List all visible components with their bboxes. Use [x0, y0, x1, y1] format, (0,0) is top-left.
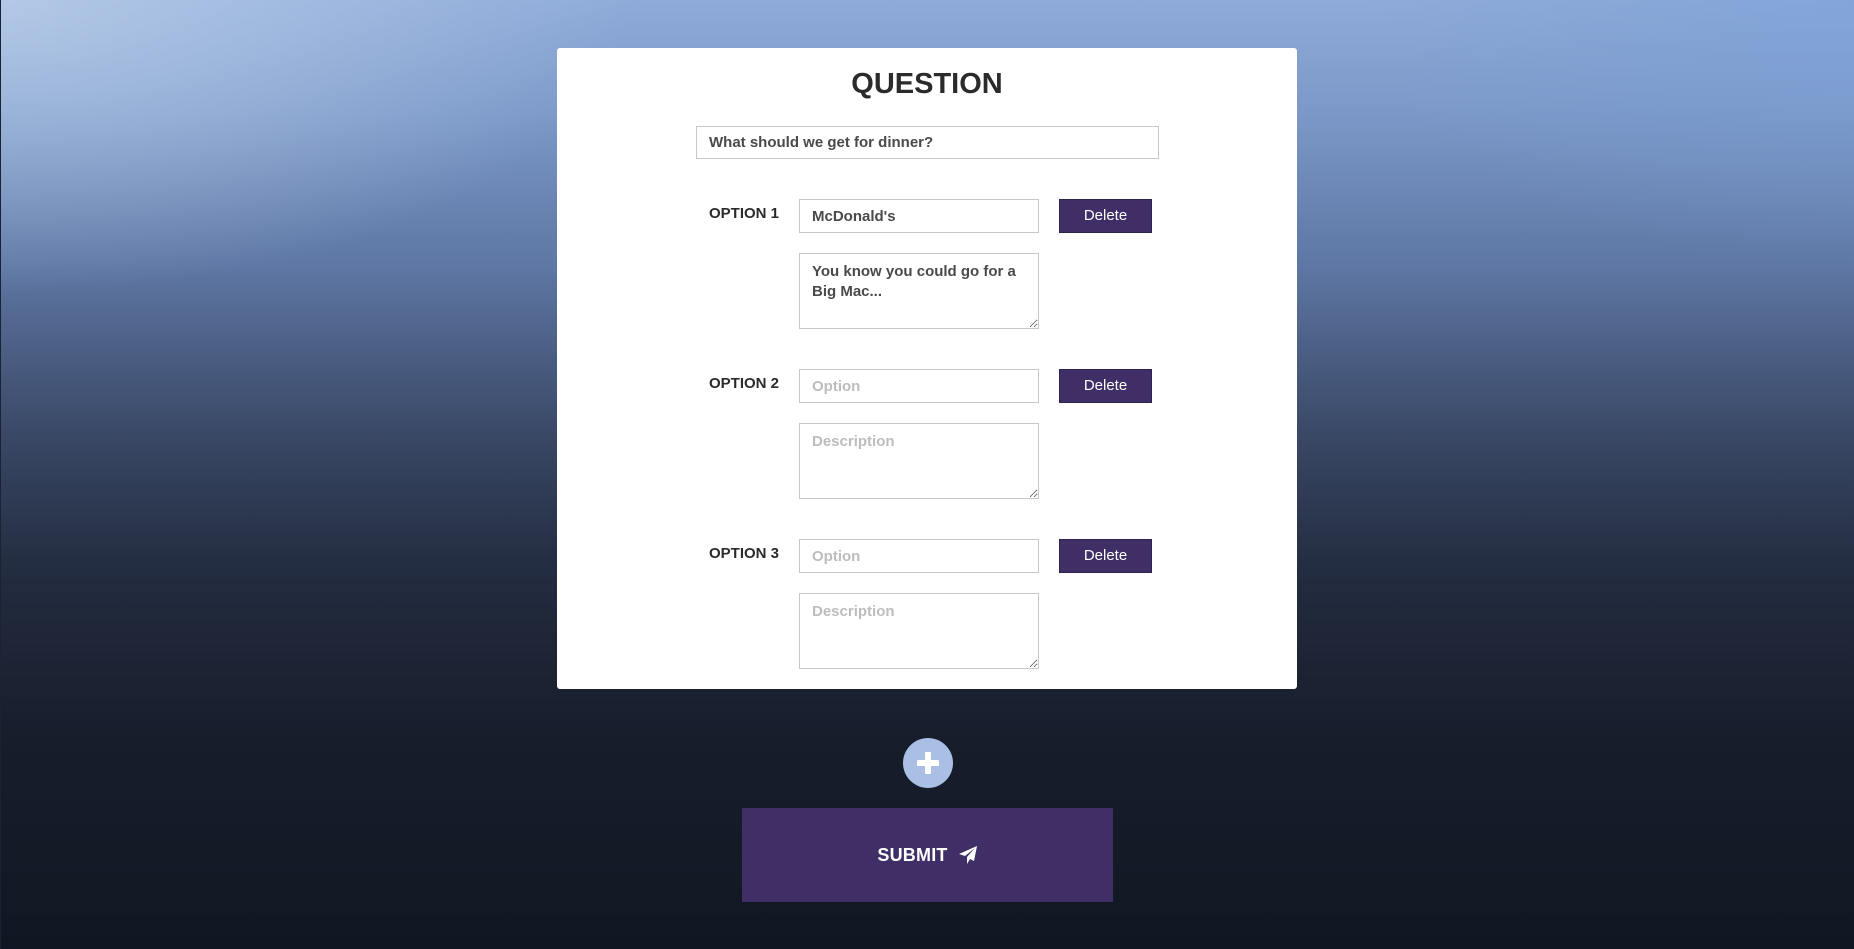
- page-title: QUESTION: [851, 68, 1003, 100]
- option-1-delete-button[interactable]: Delete: [1059, 199, 1152, 233]
- submit-button[interactable]: SUBMIT: [742, 808, 1113, 902]
- page-edge: [0, 0, 1, 949]
- option-3-delete-button[interactable]: Delete: [1059, 539, 1152, 573]
- question-input[interactable]: [696, 126, 1159, 159]
- option-3-label: OPTION 3: [709, 545, 780, 562]
- option-3-description[interactable]: [799, 593, 1039, 669]
- submit-label: SUBMIT: [877, 844, 948, 865]
- add-option-button[interactable]: [903, 738, 953, 788]
- option-1-label: OPTION 1: [709, 205, 780, 222]
- option-2-delete-button[interactable]: Delete: [1059, 369, 1152, 403]
- option-1-description[interactable]: [799, 253, 1039, 329]
- option-2-input[interactable]: [799, 369, 1039, 403]
- plus-icon: [917, 752, 939, 774]
- option-2-label: OPTION 2: [709, 375, 780, 392]
- paper-plane-icon: [958, 845, 978, 865]
- option-1-input[interactable]: [799, 199, 1039, 233]
- option-2-description[interactable]: [799, 423, 1039, 499]
- option-3-input[interactable]: [799, 539, 1039, 573]
